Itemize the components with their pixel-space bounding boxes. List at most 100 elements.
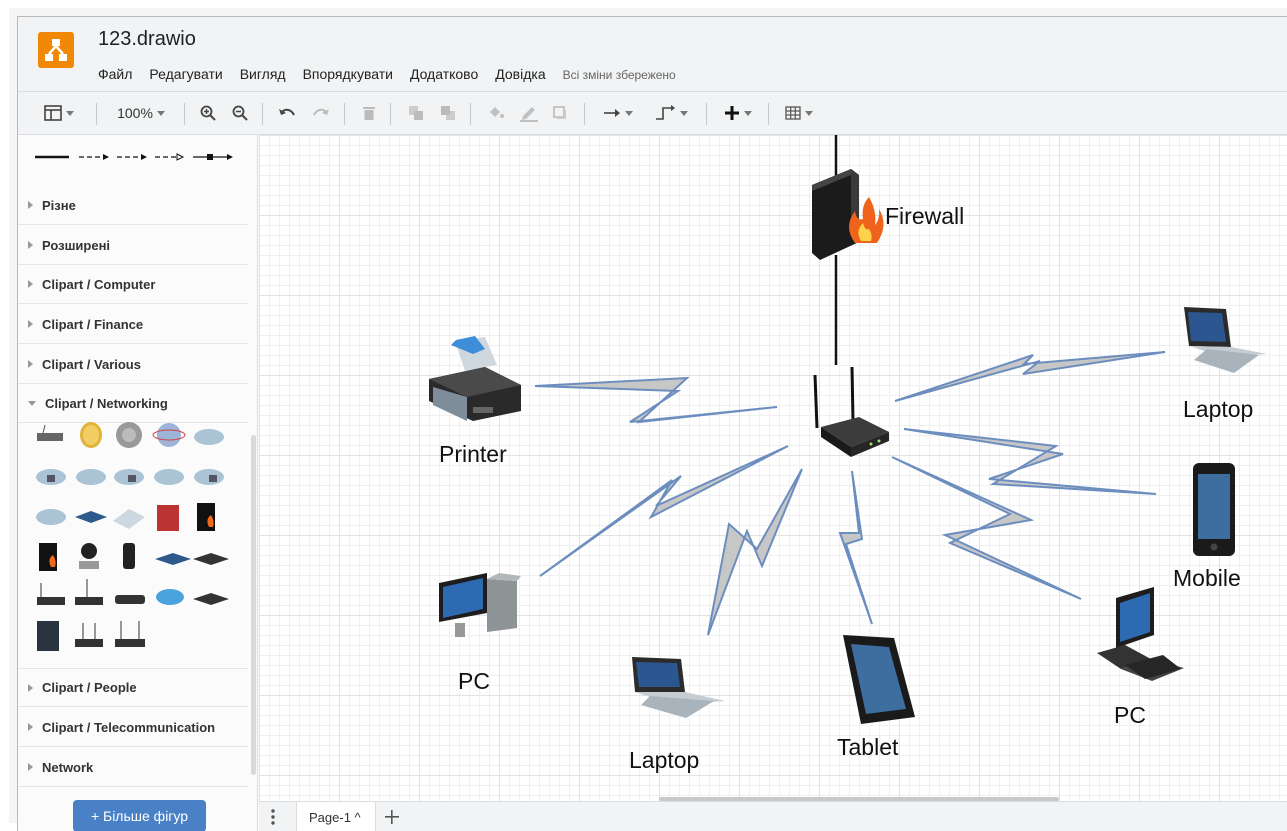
shape-router-small[interactable] bbox=[115, 595, 145, 604]
shape-cloud[interactable] bbox=[36, 509, 66, 525]
shape-router[interactable] bbox=[37, 424, 63, 441]
shape-mail[interactable] bbox=[113, 509, 145, 529]
shape-gear[interactable] bbox=[116, 422, 142, 448]
fill-color-button[interactable] bbox=[484, 92, 508, 134]
category-label: Clipart / Networking bbox=[45, 395, 168, 411]
more-shapes-button[interactable]: + Більше фігур bbox=[73, 800, 206, 831]
zoom-out-button[interactable] bbox=[228, 92, 252, 134]
menu-file[interactable]: Файл bbox=[98, 66, 132, 82]
label-laptop-right[interactable]: Laptop bbox=[1183, 396, 1253, 423]
shape-cloud[interactable] bbox=[76, 469, 106, 485]
chevron-down-icon bbox=[744, 110, 752, 116]
shape-wireless-router[interactable] bbox=[75, 623, 103, 647]
shape-cloud[interactable] bbox=[36, 469, 66, 485]
pc-left-device[interactable] bbox=[439, 573, 521, 637]
chevron-down-icon bbox=[680, 110, 688, 116]
category-clipart-various[interactable]: Clipart / Various bbox=[18, 345, 248, 384]
link-printer[interactable] bbox=[534, 376, 778, 424]
label-printer[interactable]: Printer bbox=[439, 441, 507, 468]
waypoints-button[interactable] bbox=[646, 92, 696, 134]
shape-modem[interactable] bbox=[123, 543, 135, 569]
wireless-router-device[interactable] bbox=[813, 366, 889, 457]
printer-device[interactable] bbox=[429, 336, 521, 421]
label-tablet[interactable]: Tablet bbox=[837, 734, 898, 761]
menu-view[interactable]: Вигляд bbox=[240, 66, 286, 82]
category-advanced[interactable]: Розширені bbox=[18, 226, 248, 265]
redo-button[interactable] bbox=[308, 92, 334, 134]
menu-edit[interactable]: Редагувати bbox=[149, 66, 222, 82]
delete-button[interactable] bbox=[358, 92, 380, 134]
waypoint-connector-icon bbox=[656, 105, 675, 120]
label-laptop-bottom[interactable]: Laptop bbox=[629, 747, 699, 774]
line-color-button[interactable] bbox=[516, 92, 542, 134]
category-misc[interactable]: Різне bbox=[18, 186, 248, 225]
mobile-device[interactable] bbox=[1193, 463, 1235, 556]
label-mobile[interactable]: Mobile bbox=[1173, 565, 1241, 592]
shape-internet[interactable] bbox=[152, 423, 186, 447]
file-title[interactable]: 123.drawio bbox=[98, 28, 196, 51]
table-button[interactable] bbox=[778, 92, 820, 134]
to-back-button[interactable] bbox=[436, 92, 460, 134]
shape-wireless-router[interactable] bbox=[115, 621, 145, 647]
shape-router[interactable] bbox=[37, 583, 65, 605]
shape-firewall-dark[interactable] bbox=[197, 503, 215, 531]
sidebar-scrollbar[interactable] bbox=[251, 435, 256, 775]
toolbar: 100% bbox=[18, 91, 1287, 135]
category-clipart-computer[interactable]: Clipart / Computer bbox=[18, 265, 248, 304]
add-page-button[interactable] bbox=[385, 804, 399, 830]
category-clipart-networking[interactable]: Clipart / Networking bbox=[18, 384, 248, 423]
shadow-button[interactable] bbox=[548, 92, 572, 134]
pages-menu-button[interactable] bbox=[271, 809, 275, 827]
category-clipart-finance[interactable]: Clipart / Finance bbox=[18, 305, 248, 344]
shape-switch-dark[interactable] bbox=[193, 553, 229, 565]
category-clipart-people[interactable]: Clipart / People bbox=[18, 668, 248, 707]
undo-button[interactable] bbox=[274, 92, 300, 134]
zoom-dropdown[interactable]: 100% bbox=[106, 92, 176, 134]
pc-right-device[interactable] bbox=[1097, 587, 1184, 681]
shape-server-rack[interactable] bbox=[37, 621, 59, 651]
shape-switch-dark[interactable] bbox=[193, 593, 229, 605]
firewall-device[interactable] bbox=[812, 169, 884, 260]
shape-coin[interactable] bbox=[80, 422, 102, 448]
format-panel-button[interactable] bbox=[33, 92, 85, 134]
shape-firewall[interactable] bbox=[157, 505, 179, 531]
page-tabs-bar: Page-1 ^ bbox=[259, 801, 1287, 831]
menu-arrange[interactable]: Впорядкувати bbox=[303, 66, 393, 82]
link-laptop-right[interactable] bbox=[894, 351, 1166, 402]
shape-switch[interactable] bbox=[155, 553, 191, 565]
label-firewall[interactable]: Firewall bbox=[885, 203, 964, 230]
shape-cloud[interactable] bbox=[194, 469, 224, 485]
shape-cloud[interactable] bbox=[114, 469, 144, 485]
menu-extras[interactable]: Додатково bbox=[410, 66, 478, 82]
paint-bucket-icon bbox=[490, 107, 504, 118]
link-pc-left[interactable] bbox=[539, 445, 789, 577]
zoom-in-button[interactable] bbox=[196, 92, 220, 134]
shape-switch[interactable] bbox=[75, 511, 107, 523]
shape-cloud[interactable] bbox=[154, 469, 184, 485]
shape-camera[interactable] bbox=[79, 543, 99, 569]
category-clipart-telecommunication[interactable]: Clipart / Telecommunication bbox=[18, 708, 248, 747]
shape-router-round[interactable] bbox=[156, 589, 184, 605]
label-pc-right[interactable]: PC bbox=[1114, 702, 1146, 729]
label-pc-left[interactable]: PC bbox=[458, 668, 490, 695]
tablet-device[interactable] bbox=[843, 635, 915, 724]
shape-firewall-dark[interactable] bbox=[39, 543, 57, 571]
laptop-bottom-device[interactable] bbox=[632, 657, 725, 718]
insert-button[interactable] bbox=[718, 92, 758, 134]
to-front-button[interactable] bbox=[404, 92, 428, 134]
category-network[interactable]: Network bbox=[18, 748, 248, 787]
link-tablet[interactable] bbox=[838, 470, 873, 625]
laptop-right-device[interactable] bbox=[1184, 307, 1267, 373]
connection-style-button[interactable] bbox=[596, 92, 640, 134]
link-mobile[interactable] bbox=[903, 428, 1157, 495]
link-pc-right[interactable] bbox=[891, 456, 1082, 600]
shape-wireless-router[interactable] bbox=[75, 579, 103, 605]
expand-arrow-icon bbox=[28, 683, 33, 692]
tab-page-1[interactable]: Page-1 ^ bbox=[296, 802, 376, 831]
edge-styles-row[interactable] bbox=[33, 149, 243, 165]
menu-help[interactable]: Довідка bbox=[495, 66, 545, 82]
drawio-logo[interactable] bbox=[38, 32, 74, 68]
link-laptop-bottom[interactable] bbox=[707, 468, 803, 636]
diagram-canvas[interactable]: Firewall Printer Laptop Mobile PC Laptop… bbox=[259, 135, 1287, 801]
shape-cloud[interactable] bbox=[194, 429, 224, 445]
